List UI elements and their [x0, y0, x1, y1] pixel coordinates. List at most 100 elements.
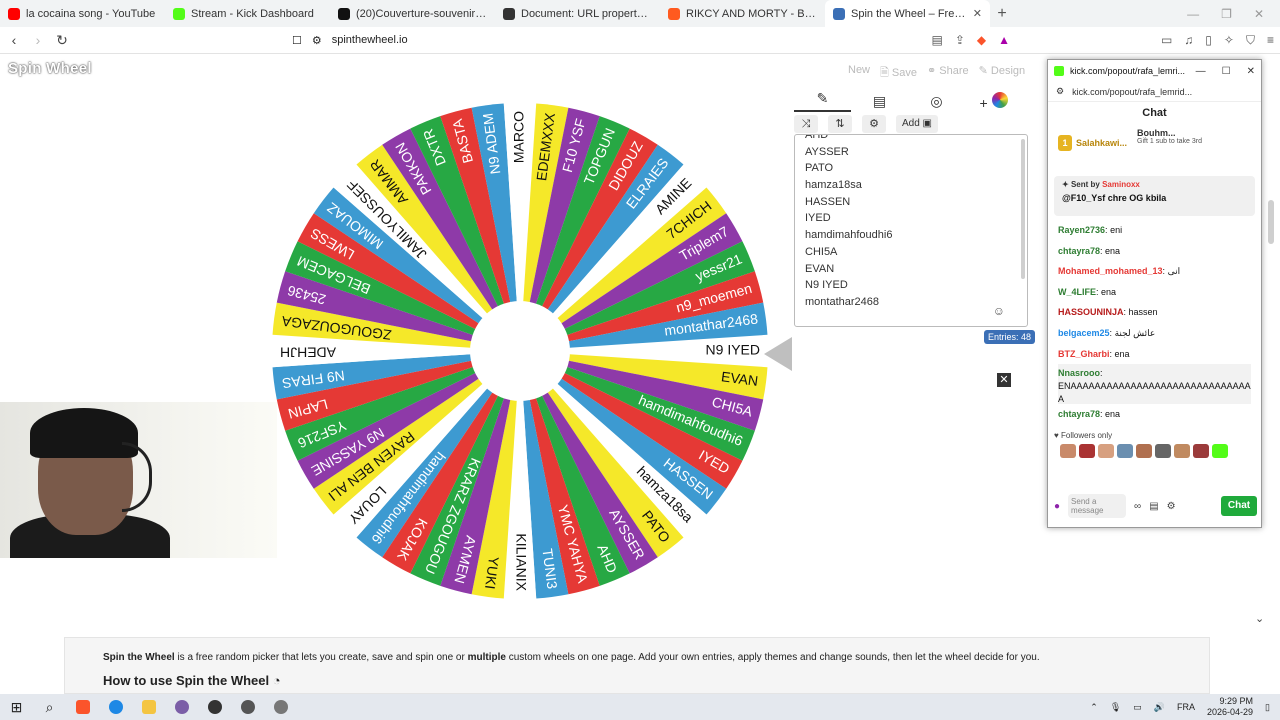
sidebar-icon[interactable]: ▯	[1205, 33, 1212, 48]
chat-message[interactable]: Mohamed_mohamed_13: انى	[1058, 261, 1251, 282]
rewards-icon[interactable]: ▲	[998, 33, 1010, 47]
add-wheel-tab[interactable]: +	[965, 91, 1022, 111]
browser-tab[interactable]: Document: URL property - Web APIs	[495, 0, 660, 27]
menu-icon[interactable]: ≡	[1267, 33, 1274, 48]
tab-close-icon[interactable]: ✕	[973, 7, 982, 20]
entry-line[interactable]: hamdimahfoudhi6	[805, 227, 1017, 244]
page-scrollbar[interactable]	[1268, 200, 1274, 244]
address-bar[interactable]: ☐ ⚙ spinthewheel.io	[292, 34, 408, 47]
settings-button[interactable]: ⚙	[862, 115, 886, 133]
tray-mic-icon[interactable]: 🎙	[1110, 702, 1121, 713]
entry-line[interactable]: montathar2468	[805, 294, 1017, 311]
emote-9[interactable]	[1212, 443, 1228, 458]
chat-username[interactable]: W_4LIFE	[1058, 287, 1096, 297]
close-icon[interactable]: ✕	[997, 373, 1011, 387]
brave-app-icon[interactable]	[66, 694, 99, 720]
notification-icon[interactable]: ▯	[1265, 702, 1270, 713]
share-button[interactable]: ⚭ Share	[927, 64, 969, 83]
entry-line[interactable]: CHI5A	[805, 244, 1017, 261]
reload-icon[interactable]: ↻	[52, 32, 72, 49]
browser-tab[interactable]: (20)Couverture-souvenir Part 2 #fyp	[330, 0, 495, 27]
emote-5[interactable]	[1136, 443, 1152, 458]
wallet-icon[interactable]: ▭	[1161, 33, 1172, 48]
site-logo[interactable]: Spin Wheel	[8, 60, 92, 77]
edge-app-icon[interactable]	[99, 694, 132, 720]
tray-chevron-icon[interactable]: ⌃	[1090, 702, 1098, 713]
chat-message[interactable]: Nnasrooo: ENAAAAAAAAAAAAAAAAAAAAAAAAAAAAA…	[1058, 364, 1251, 405]
browser-tab[interactable]: la cocaina song - YouTube	[0, 0, 165, 27]
entry-line[interactable]: PATO	[805, 160, 1017, 177]
back-icon[interactable]: ‹	[4, 32, 24, 48]
chat-message[interactable]: W_4LIFE: ena	[1058, 282, 1251, 303]
close-window-icon[interactable]: ✕	[1254, 7, 1264, 21]
chat-message[interactable]: HASSOUNINJA: hassen	[1058, 302, 1251, 323]
minimize-icon[interactable]: —	[1196, 66, 1206, 77]
save-button[interactable]: 🗎 Save	[880, 64, 917, 83]
chat-username[interactable]: chtayra78	[1058, 246, 1100, 256]
clock-app-icon[interactable]	[198, 694, 231, 720]
extensions-icon[interactable]: ✧	[1224, 33, 1234, 48]
chat-username[interactable]: belgacem25	[1058, 328, 1110, 338]
chat-username[interactable]: BTZ_Gharbi	[1058, 349, 1110, 359]
forward-icon[interactable]: ›	[28, 32, 48, 48]
search-icon[interactable]: ⌕	[33, 694, 66, 720]
emote-7[interactable]	[1174, 443, 1190, 458]
browser-tab[interactable]: Spin the Wheel – Free Wheel Sp ✕	[825, 0, 990, 27]
entry-line[interactable]: EVAN	[805, 261, 1017, 278]
minimize-icon[interactable]: —	[1187, 7, 1199, 21]
chat-message[interactable]: chtayra78: ena	[1058, 404, 1251, 425]
emote-8[interactable]	[1193, 443, 1209, 458]
entry-line[interactable]: AYSSER	[805, 144, 1017, 161]
chat-settings-icon[interactable]: ⚙	[1167, 501, 1176, 512]
chat-username[interactable]: Nnasrooo	[1058, 368, 1100, 378]
design-button[interactable]: ✎ Design	[979, 64, 1026, 83]
entries-textarea[interactable]: AHD AYSSER PATO hamza18sa HASSEN IYED hamdimah…	[794, 134, 1028, 327]
emote-2[interactable]	[1079, 443, 1095, 458]
capture-app-icon[interactable]	[264, 694, 297, 720]
entry-line[interactable]: HASSEN	[805, 194, 1017, 211]
chat-send-button[interactable]: Chat	[1221, 496, 1257, 516]
emote-6[interactable]	[1155, 443, 1171, 458]
close-window-icon[interactable]: ✕	[1247, 66, 1255, 77]
restore-icon[interactable]: ❐	[1221, 7, 1232, 21]
edit-entries-tab[interactable]: ✎	[794, 90, 851, 112]
entry-line[interactable]: hamza18sa	[805, 177, 1017, 194]
site-info-icon[interactable]: ⚙	[312, 34, 322, 47]
maximize-icon[interactable]: ☐	[1222, 66, 1231, 77]
entry-line[interactable]: N9 IYED	[805, 277, 1017, 294]
obs-app-icon[interactable]	[165, 694, 198, 720]
music-icon[interactable]: ♫	[1184, 33, 1193, 48]
scroll-down-icon[interactable]: ⌄	[1255, 612, 1264, 625]
media-app-icon[interactable]	[231, 694, 264, 720]
leader-first[interactable]: 1 Salahkawi...	[1058, 128, 1127, 158]
browser-tab[interactable]: RIKCY AND MORTY - Brave Search	[660, 0, 825, 27]
chat-message[interactable]: Rayen2736: eni	[1058, 220, 1251, 241]
sort-button[interactable]: ⇅	[828, 115, 852, 133]
folder-app-icon[interactable]	[132, 694, 165, 720]
emote-1[interactable]	[1060, 443, 1076, 458]
entries-scrollbar[interactable]	[1021, 139, 1025, 279]
spin-wheel[interactable]: N9 IYEDEVANCHI5Ahamdimahfoudhi6IYEDHASSE…	[270, 101, 770, 601]
chat-message[interactable]: belgacem25: عائش لجنة	[1058, 323, 1251, 344]
volume-icon[interactable]: 🔊	[1154, 702, 1165, 713]
browser-tab[interactable]: Stream - Kick Dashboard	[165, 0, 330, 27]
share-icon[interactable]: ⇪	[955, 33, 965, 47]
emote-3[interactable]	[1098, 443, 1114, 458]
mic-icon[interactable]: ●	[1054, 501, 1060, 512]
leader-second[interactable]: Bouhm... Gift 1 sub to take 3rd	[1137, 128, 1202, 158]
chat-username[interactable]: chtayra78	[1058, 409, 1100, 419]
chat-input[interactable]: Send a message	[1068, 494, 1127, 518]
store-icon[interactable]: ▤	[1149, 501, 1158, 512]
shuffle-button[interactable]: ⤨	[794, 115, 818, 133]
bookmark-icon[interactable]: ☐	[292, 34, 302, 47]
reader-icon[interactable]: ▤	[931, 33, 942, 47]
emoji-picker-icon[interactable]: ∞	[1134, 501, 1141, 512]
tune-icon[interactable]: ⚙	[1056, 86, 1064, 97]
chat-username[interactable]: Rayen2736	[1058, 225, 1105, 235]
new-button[interactable]: New	[848, 64, 870, 83]
chat-username[interactable]: Mohamed_mohamed_13	[1058, 266, 1163, 276]
chat-message[interactable]: chtayra78: ena	[1058, 241, 1251, 262]
clock[interactable]: 9:29 PM 2026-04-29	[1207, 696, 1253, 718]
wheel-center[interactable]	[470, 301, 570, 401]
hide-tab[interactable]: ◎	[908, 93, 965, 110]
